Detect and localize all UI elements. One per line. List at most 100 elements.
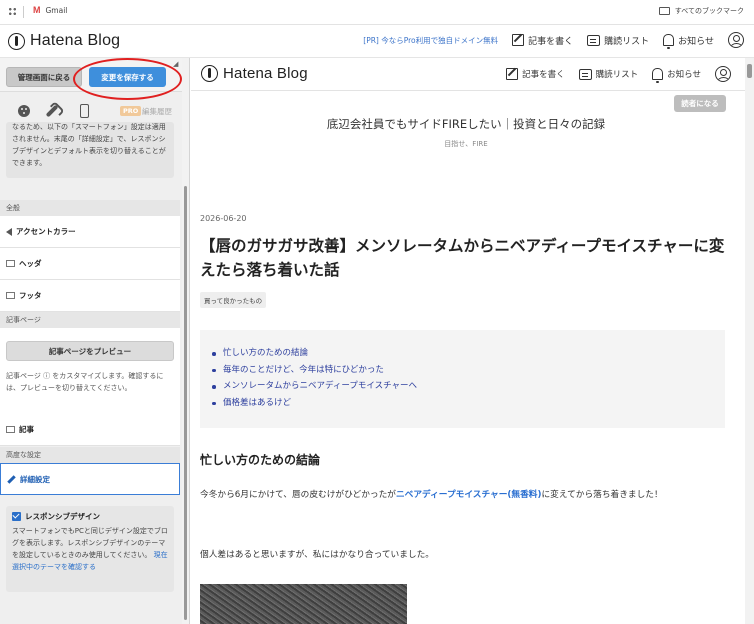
paragraph-text: 今冬から6月にかけて、唇の皮むけがひどかったが [200, 490, 396, 500]
editor-scroll-thumb[interactable] [184, 186, 187, 620]
preview-nav: 記事を書く 購読リスト お知らせ [506, 66, 731, 83]
preview-scrollbar[interactable] [745, 58, 754, 624]
header-nav: [PR] 今ならPro利用で独自ドメイン無料 記事を書く 購読リスト お知らせ [363, 32, 744, 49]
menu-accent-color-label: アクセントカラー [16, 227, 76, 236]
preview-notifications-link[interactable]: お知らせ [652, 68, 701, 83]
responsive-title: レスポンシブデザイン [25, 512, 100, 521]
toc-item[interactable]: メンソレータムからニベアディープモイスチャーへ [212, 378, 713, 395]
accent-icon [6, 227, 12, 236]
write-article-label: 記事を書く [528, 36, 574, 47]
preview-subscription-label: 購読リスト [595, 70, 639, 80]
divider [23, 6, 24, 18]
table-of-contents: 忙しい方のための結論 毎年のことだけど、今年は特にひどかった メンソレータムから… [200, 330, 725, 428]
article-title[interactable]: 【唇のガサガサ改善】メンソレータムからニベアディープモイスチャーに変えたら落ち着… [200, 234, 730, 282]
all-bookmarks-label: すべてのブックマーク [674, 7, 744, 15]
blog-preview: Hatena Blog 記事を書く 購読リスト お知らせ 読者になる 底辺会社員… [191, 58, 754, 624]
font-note-text: なるため、以下の「スマートフォン」設定は適用されません。末尾の「詳細設定」で、レ… [12, 123, 166, 167]
gmail-icon: M [33, 5, 41, 15]
folder-icon [658, 7, 670, 15]
smartphone-icon[interactable] [80, 104, 89, 118]
preview-logo-text: Hatena Blog [223, 65, 308, 82]
write-article-link[interactable]: 記事を書く [512, 34, 573, 47]
section-heading: 忙しい方のための結論 [200, 453, 321, 467]
menu-footer[interactable]: フッタ [0, 280, 180, 312]
preview-note: 記事ページ ⓘ をカスタマイズします。確認するには、プレビューを切り替えてくださ… [6, 372, 164, 392]
save-changes-button[interactable]: 変更を保存する [89, 67, 166, 87]
back-to-dashboard-button[interactable]: 管理画面に戻る [6, 67, 82, 87]
preview-scroll-thumb[interactable] [747, 64, 752, 78]
preview-user-avatar-icon[interactable] [715, 66, 731, 82]
menu-article[interactable]: 記事 [0, 414, 180, 446]
edit-history-link[interactable]: 編集履歴 [142, 106, 172, 117]
subscription-icon [578, 68, 592, 80]
site-header: Hatena Blog [PR] 今ならPro利用で独自ドメイン無料 記事を書く… [0, 26, 754, 58]
menu-detail-settings-label: 詳細設定 [20, 474, 50, 484]
promo-link[interactable]: [PR] 今ならPro利用で独自ドメイン無料 [363, 35, 498, 46]
product-link[interactable]: ニベアディープモイスチャー(無香料) [396, 490, 541, 500]
article-date[interactable]: 2026-06-20 [200, 214, 247, 223]
section-article: 記事ページ [0, 312, 180, 328]
bookmark-gmail[interactable]: M Gmail [33, 5, 67, 15]
menu-accent-color[interactable]: アクセントカラー [0, 216, 180, 248]
pen-icon [506, 68, 519, 80]
subscription-list-link[interactable]: 購読リスト [587, 34, 649, 47]
responsive-design-option: レスポンシブデザイン スマートフォンでもPCと同じデザイン設定でブログを表示しま… [6, 506, 174, 592]
preview-subscription-link[interactable]: 購読リスト [578, 68, 639, 80]
hatena-logo-icon [201, 65, 218, 82]
all-bookmarks[interactable]: すべてのブックマーク [658, 6, 744, 16]
collapse-panel-icon[interactable]: ◢ [173, 60, 178, 68]
design-editor-panel: 管理画面に戻る 変更を保存する PRO 編集履歴 なるため、以下の「スマートフォ… [0, 58, 190, 624]
pro-badge: PRO [120, 106, 142, 116]
responsive-checkbox-row[interactable]: レスポンシブデザイン [12, 511, 168, 522]
responsive-desc-text: スマートフォンでもPCと同じデザイン設定でブログを表示します。レスポンシブデザイ… [12, 527, 168, 559]
paragraph: 個人差はあると思いますが、私にはかなり合っていました。 [200, 550, 434, 560]
header-icon [6, 260, 15, 267]
blog-subtitle: 目指せ、FIRE [444, 140, 488, 148]
hatena-logo[interactable]: Hatena Blog [8, 32, 120, 50]
toc-item[interactable]: 忙しい方のための結論 [212, 345, 713, 362]
editor-actions: 管理画面に戻る 変更を保存する [0, 58, 189, 100]
logo-text: Hatena Blog [30, 32, 121, 49]
font-note: なるため、以下の「スマートフォン」設定は適用されません。末尾の「詳細設定」で、レ… [6, 122, 174, 178]
wrench-icon[interactable] [45, 104, 59, 118]
article-icon [6, 426, 15, 433]
preview-write-link[interactable]: 記事を書く [506, 68, 565, 80]
menu-article-label: 記事 [19, 425, 34, 434]
paragraph: 今冬から6月にかけて、唇の皮むけがひどかったがニベアディープモイスチャー(無香料… [200, 486, 730, 505]
preview-article-button[interactable]: 記事ページをプレビュー [6, 341, 174, 361]
preview-hatena-logo[interactable]: Hatena Blog [201, 65, 308, 82]
editor-scrollbar[interactable] [182, 58, 189, 624]
paragraph-text: に変えてから落ち着きました！ [541, 490, 663, 500]
subscription-label: 購読リスト [604, 36, 650, 47]
section-advanced: 高度な設定 [0, 447, 180, 463]
menu-footer-label: フッタ [19, 291, 42, 300]
section-general: 全般 [0, 200, 180, 216]
toc-item[interactable]: 価格差はあるけど [212, 395, 713, 412]
notifications-link[interactable]: お知らせ [663, 34, 714, 49]
become-reader-button[interactable]: 読者になる [674, 95, 726, 112]
palette-icon[interactable] [18, 105, 30, 117]
blog-title[interactable]: 底辺会社員でもサイドFIREしたい｜投資と日々の記録 [191, 116, 741, 132]
category-tag[interactable]: 買って良かったもの [200, 292, 267, 308]
toc-item[interactable]: 毎年のことだけど、今年は特にひどかった [212, 362, 713, 379]
menu-detail-settings[interactable]: 詳細設定 [0, 463, 180, 495]
preview-notifications-label: お知らせ [667, 70, 701, 80]
menu-header-label: ヘッダ [19, 259, 42, 268]
hatena-logo-icon [8, 32, 25, 50]
article-image [200, 584, 407, 624]
wrench-small-icon [7, 474, 16, 484]
responsive-description: スマートフォンでもPCと同じデザイン設定でブログを表示します。レスポンシブデザイ… [12, 525, 168, 573]
bell-icon [652, 68, 664, 83]
bookmark-gmail-label: Gmail [45, 5, 68, 15]
pen-icon [512, 34, 525, 46]
subscription-icon [587, 34, 601, 46]
checkbox-checked-icon[interactable] [12, 512, 21, 521]
user-avatar-icon[interactable] [728, 32, 744, 48]
menu-header[interactable]: ヘッダ [0, 248, 180, 280]
notifications-label: お知らせ [678, 36, 714, 47]
preview-header: Hatena Blog 記事を書く 購読リスト お知らせ [191, 58, 754, 91]
bookmarks-bar: M Gmail すべてのブックマーク [0, 0, 754, 25]
apps-grid-icon[interactable] [8, 7, 17, 16]
article-preview-area: 記事ページをプレビュー 記事ページ ⓘ をカスタマイズします。確認するには、プレ… [0, 328, 180, 418]
editor-tabs: PRO 編集履歴 [0, 100, 189, 122]
